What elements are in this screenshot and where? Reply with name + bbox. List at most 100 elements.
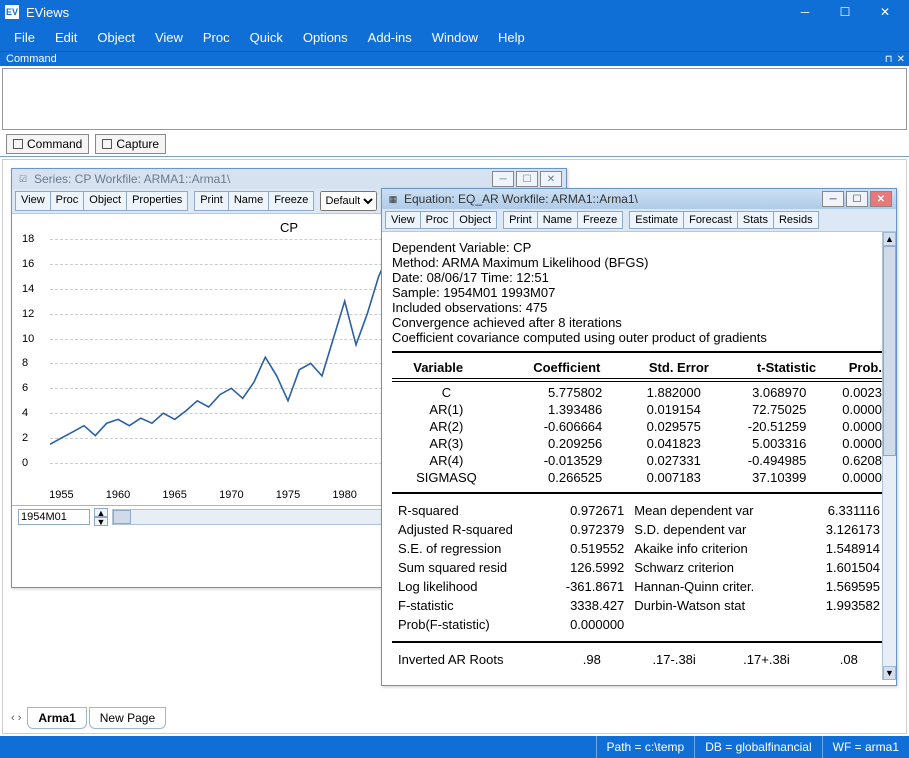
minimize-button[interactable]: ─ [785, 0, 825, 24]
eq-header-line: Sample: 1954M01 1993M07 [392, 285, 886, 300]
eq-header-line: Included observations: 475 [392, 300, 886, 315]
close-button[interactable]: ✕ [865, 0, 905, 24]
y-tick-label: 10 [22, 333, 34, 345]
capture-tab[interactable]: Capture [95, 134, 166, 154]
pin-icon[interactable]: ⊓ [885, 54, 893, 65]
stat-row: S.E. of regression0.519552Akaike info cr… [394, 540, 884, 557]
eq-name-button[interactable]: Name [537, 211, 578, 229]
y-tick-label: 12 [22, 308, 34, 320]
y-tick-label: 4 [22, 407, 28, 419]
command-label: Command [6, 53, 57, 65]
series-proc-button[interactable]: Proc [50, 191, 85, 211]
y-tick-label: 6 [22, 382, 28, 394]
eq-header-line: Date: 08/06/17 Time: 12:51 [392, 270, 886, 285]
stat-row: Sum squared resid126.5992Schwarz criteri… [394, 559, 884, 576]
series-mode-select[interactable]: Default [320, 191, 377, 211]
menu-add-ins[interactable]: Add-ins [358, 26, 422, 49]
x-tick-label: 1960 [106, 489, 130, 501]
eq-print-button[interactable]: Print [503, 211, 538, 229]
equation-toolbar: ViewProcObject PrintNameFreeze EstimateF… [382, 209, 896, 232]
command-input[interactable] [2, 68, 907, 130]
status-path: Path = c:\temp [596, 736, 695, 758]
eq-stats-button[interactable]: Stats [737, 211, 774, 229]
app-titlebar: EV EViews ─ ☐ ✕ [0, 0, 909, 24]
maximize-button[interactable]: ☐ [825, 0, 865, 24]
roots-row: Inverted AR Roots .98 .17-.38i .17+.38i … [392, 649, 886, 670]
menu-view[interactable]: View [145, 26, 193, 49]
table-row: C5.7758021.8820003.0689700.0023 [392, 384, 886, 401]
eq-header-line: Convergence achieved after 8 iterations [392, 315, 886, 330]
coefficients-body: C5.7758021.8820003.0689700.0023AR(1)1.39… [392, 384, 886, 486]
y-tick-label: 16 [22, 258, 34, 270]
eq-freeze-button[interactable]: Freeze [577, 211, 623, 229]
equation-window-titlebar[interactable]: ▦ Equation: EQ_AR Workfile: ARMA1::Arma1… [382, 189, 896, 209]
stat-row: Log likelihood-361.8671Hannan-Quinn crit… [394, 578, 884, 595]
tab-arma1[interactable]: Arma1 [27, 707, 86, 729]
series-nav-input[interactable] [18, 509, 90, 525]
menu-bar: FileEditObjectViewProcQuickOptionsAdd-in… [0, 24, 909, 52]
command-tab[interactable]: Command [6, 134, 89, 154]
y-tick-label: 2 [22, 432, 28, 444]
y-tick-label: 14 [22, 283, 34, 295]
command-tabs: Command Capture [0, 132, 909, 157]
series-name-button[interactable]: Name [228, 191, 269, 211]
coefficients-table: VariableCoefficientStd. Errort-Statistic… [392, 359, 886, 376]
close-panel-icon[interactable]: ✕ [897, 54, 905, 65]
series-freeze-button[interactable]: Freeze [268, 191, 314, 211]
series-maximize-button[interactable]: ☐ [516, 171, 538, 187]
series-close-button[interactable]: ✕ [540, 171, 562, 187]
nav-down-button[interactable]: ▼ [94, 517, 108, 526]
equation-window[interactable]: ▦ Equation: EQ_AR Workfile: ARMA1::Arma1… [381, 188, 897, 686]
x-tick-label: 1980 [332, 489, 356, 501]
status-bar: Path = c:\temp DB = globalfinancial WF =… [0, 736, 909, 758]
table-row: SIGMASQ0.2665250.00718337.103990.0000 [392, 469, 886, 486]
menu-edit[interactable]: Edit [45, 26, 87, 49]
workfile-tabs: ‹ › Arma1 New Page [7, 707, 166, 729]
menu-file[interactable]: File [4, 26, 45, 49]
mdi-area: ☑ Series: CP Workfile: ARMA1::Arma1\ ─ ☐… [2, 159, 907, 734]
eq-header-line: Method: ARMA Maximum Likelihood (BFGS) [392, 255, 886, 270]
menu-proc[interactable]: Proc [193, 26, 240, 49]
command-panel-header: Command ⊓ ✕ [0, 52, 909, 66]
series-minimize-button[interactable]: ─ [492, 171, 514, 187]
eq-estimate-button[interactable]: Estimate [629, 211, 684, 229]
series-print-button[interactable]: Print [194, 191, 229, 211]
app-title: EViews [26, 5, 785, 20]
series-window-title: Series: CP Workfile: ARMA1::Arma1\ [34, 172, 492, 186]
equation-icon: ▦ [386, 192, 400, 206]
series-object-button[interactable]: Object [83, 191, 127, 211]
x-tick-label: 1970 [219, 489, 243, 501]
y-tick-label: 18 [22, 233, 34, 245]
menu-object[interactable]: Object [87, 26, 145, 49]
eq-header-line: Coefficient covariance computed using ou… [392, 330, 886, 345]
eq-forecast-button[interactable]: Forecast [683, 211, 738, 229]
series-icon: ☑ [16, 172, 30, 186]
menu-quick[interactable]: Quick [240, 26, 293, 49]
tab-new-page[interactable]: New Page [89, 707, 166, 729]
menu-options[interactable]: Options [293, 26, 358, 49]
status-wf: WF = arma1 [822, 736, 909, 758]
series-window-titlebar[interactable]: ☑ Series: CP Workfile: ARMA1::Arma1\ ─ ☐… [12, 169, 566, 189]
eq-view-button[interactable]: View [385, 211, 421, 229]
tabs-prev-icon[interactable]: ‹ › [7, 710, 25, 726]
stat-row: F-statistic3338.427Durbin-Watson stat1.9… [394, 597, 884, 614]
col-header: Std. Error [604, 359, 712, 376]
y-tick-label: 8 [22, 357, 28, 369]
menu-window[interactable]: Window [422, 26, 488, 49]
x-tick-label: 1955 [49, 489, 73, 501]
eq-object-button[interactable]: Object [453, 211, 497, 229]
col-header: Coefficient [484, 359, 604, 376]
equation-vscrollbar[interactable]: ▲ ▼ [882, 232, 896, 680]
series-view-button[interactable]: View [15, 191, 51, 211]
eq-proc-button[interactable]: Proc [420, 211, 455, 229]
status-db: DB = globalfinancial [694, 736, 821, 758]
eq-resids-button[interactable]: Resids [773, 211, 819, 229]
series-properties-button[interactable]: Properties [126, 191, 188, 211]
stat-row: R-squared0.972671Mean dependent var6.331… [394, 502, 884, 519]
eq-header-line: Dependent Variable: CP [392, 240, 886, 255]
equation-close-button[interactable]: ✕ [870, 191, 892, 207]
menu-help[interactable]: Help [488, 26, 535, 49]
equation-minimize-button[interactable]: ─ [822, 191, 844, 207]
stat-row: Prob(F-statistic)0.000000 [394, 616, 884, 633]
equation-maximize-button[interactable]: ☐ [846, 191, 868, 207]
